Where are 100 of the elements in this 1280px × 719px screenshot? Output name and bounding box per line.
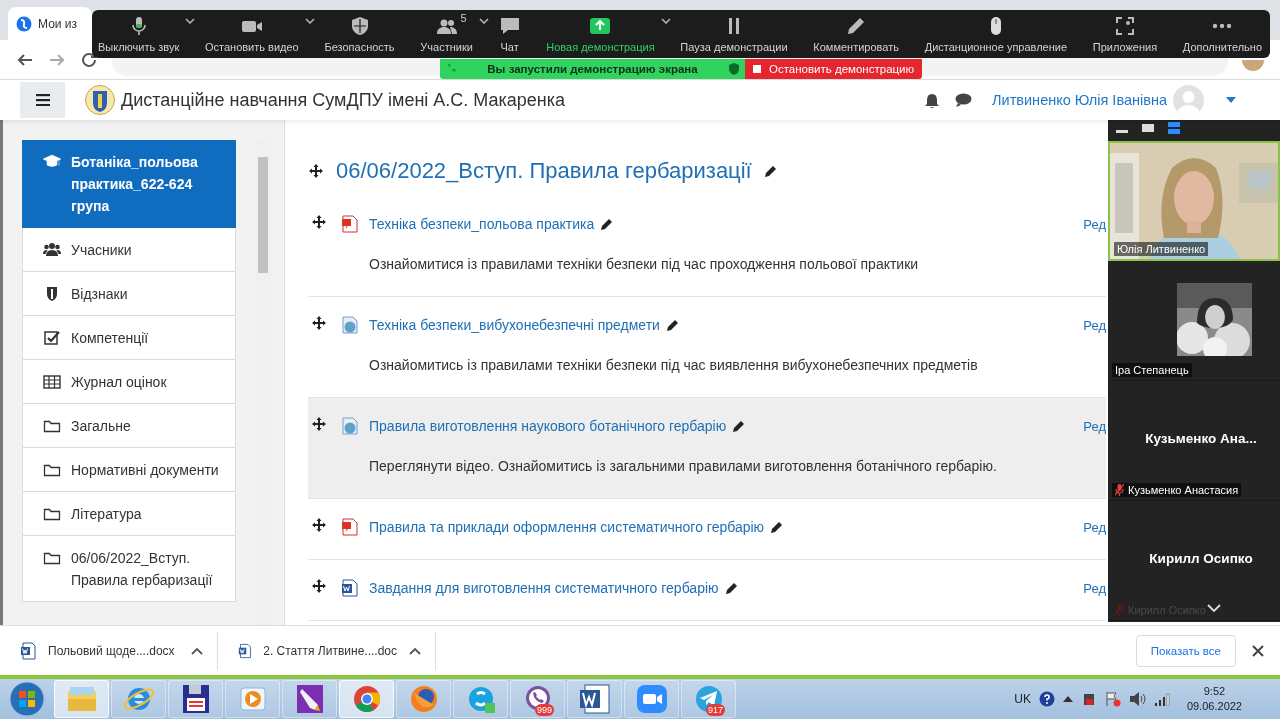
participant-name: Кирилл Осипко <box>1148 551 1254 566</box>
chat-icon[interactable] <box>955 93 973 107</box>
clock-time[interactable]: 9:52 <box>1186 684 1242 699</box>
move-icon[interactable] <box>311 578 327 594</box>
taskbar-button[interactable] <box>567 680 622 718</box>
chevron-icon[interactable] <box>302 16 317 26</box>
edit-link[interactable]: Ред <box>1083 216 1106 232</box>
more-icon <box>1212 23 1233 29</box>
nav-item[interactable]: Загальне <box>22 404 236 448</box>
toolbar-button[interactable]: Новая демонстрация <box>544 10 657 58</box>
move-icon[interactable] <box>311 416 327 432</box>
toolbar-button[interactable]: Участники 5 <box>418 10 475 58</box>
toolbar-button[interactable]: Приложения <box>1090 10 1160 58</box>
pencil-icon[interactable] <box>770 520 784 534</box>
pencil-icon[interactable] <box>763 164 777 178</box>
taskbar-button[interactable] <box>168 680 223 718</box>
download-item[interactable]: Польовий щоде....docx <box>0 631 218 670</box>
toolbar-button[interactable]: Безопасность <box>322 10 397 58</box>
pencil-icon[interactable] <box>732 419 746 433</box>
chevron-icon[interactable] <box>476 16 491 26</box>
chevron-icon[interactable] <box>1207 604 1221 612</box>
move-icon[interactable] <box>311 214 327 230</box>
chevron-up-icon[interactable] <box>409 646 421 655</box>
taskbar-button[interactable] <box>396 680 451 718</box>
share-screen-icon <box>589 15 612 37</box>
section-title: 06/06/2022_Вступ. Правила гербаризації <box>336 158 752 184</box>
nav-item[interactable]: Ботаніка_польова практика_622-624 група <box>22 140 236 228</box>
speaker-icon[interactable] <box>1128 691 1147 707</box>
toolbar-button[interactable]: Остановить видео <box>202 10 301 58</box>
nav-item[interactable]: Журнал оцінок <box>22 360 236 404</box>
activity-description: Ознайомитися із правилами техніки безпеки під час проходження польової практики <box>369 255 920 274</box>
chevron-icon[interactable] <box>183 16 198 26</box>
download-item[interactable]: 2. Стаття Литвине....doc <box>218 631 436 670</box>
taskbar-button[interactable]: 917 <box>681 680 736 718</box>
signal-icon[interactable] <box>1154 692 1171 706</box>
help-icon[interactable] <box>1038 691 1055 707</box>
nav-item[interactable]: Література <box>22 492 236 536</box>
close-button[interactable] <box>1250 642 1266 659</box>
chat-icon <box>498 15 521 37</box>
crest-logo <box>85 84 115 116</box>
nav-item[interactable]: Відзнаки <box>22 272 236 316</box>
activity-link[interactable]: Завдання для виготовлення систематичного гербарію <box>369 580 719 596</box>
apps-icon <box>1113 15 1136 37</box>
nav-item[interactable]: 06/06/2022_Вступ. Правила гербаризації <box>22 536 236 602</box>
activity-description: Ознайомитись із правилами техніки безпеки під час виявлення вибухонебезпечних предметів <box>369 356 979 375</box>
move-icon[interactable] <box>308 163 324 179</box>
language-indicator[interactable]: UK <box>1014 692 1031 706</box>
web-link-icon <box>341 316 359 334</box>
toolbar-button[interactable]: Комментировать <box>811 10 901 58</box>
edit-link[interactable]: Ред <box>1083 418 1106 434</box>
site-title[interactable]: Дистанційне навчання СумДПУ імені А.С. Макаренка <box>121 89 566 111</box>
phone-icon <box>446 63 456 75</box>
clock-date[interactable]: 09.06.2022 <box>1186 699 1242 714</box>
edit-link[interactable]: Ред <box>1083 317 1106 333</box>
bell-icon[interactable] <box>925 92 940 108</box>
gallery-view-icon[interactable] <box>1168 122 1180 134</box>
nav-item[interactable]: Нормативні документи <box>22 448 236 492</box>
menu-button[interactable] <box>20 82 65 118</box>
toolbar-button[interactable]: Пауза демонстрации <box>678 10 790 58</box>
activity-link[interactable]: Правила виготовлення наукового ботанічного гербарію <box>369 418 727 434</box>
activity-link[interactable]: Техніка безпеки_польова практика <box>369 216 595 232</box>
notification-badge: 999 <box>534 704 554 716</box>
activity-link[interactable]: Техніка безпеки_вибухонебезпечні предмети <box>369 317 660 333</box>
show-all-button[interactable]: Показать все <box>1135 634 1236 667</box>
stop-sharing-button[interactable]: Остановить демонстрацию <box>745 59 923 79</box>
participant-label: Іра Степанець <box>1112 363 1192 377</box>
users-icon <box>43 240 61 258</box>
start-button[interactable] <box>8 680 48 718</box>
nav-item[interactable]: Учасники <box>22 228 236 272</box>
pencil-icon[interactable] <box>600 217 614 231</box>
toolbar-button[interactable]: Дополнительно <box>1180 10 1264 58</box>
reload-icon[interactable] <box>80 50 98 69</box>
edit-link[interactable]: Ред <box>1083 519 1106 535</box>
user-name[interactable]: Литвиненко Юлія Іванівна <box>992 92 1167 108</box>
browser-tab[interactable]: Мои из <box>8 7 92 40</box>
chevron-icon[interactable] <box>658 16 673 26</box>
toolbar-button[interactable]: Чат <box>496 10 523 58</box>
toolbar-button[interactable]: Выключить звук <box>96 10 182 58</box>
activity-link[interactable]: Правила та приклади оформлення систематичного гербарію <box>369 519 765 535</box>
move-icon[interactable] <box>311 315 327 331</box>
edit-link[interactable]: Ред <box>1083 580 1106 596</box>
pencil-icon[interactable] <box>665 318 679 332</box>
taskbar-button[interactable]: 999 <box>510 680 565 718</box>
caret-icon[interactable] <box>1226 97 1236 103</box>
nav-item[interactable]: Компетенції <box>22 316 236 360</box>
move-icon[interactable] <box>311 517 327 533</box>
taskbar-button[interactable] <box>282 680 337 718</box>
table-icon <box>43 372 61 390</box>
up-arrow-icon[interactable] <box>1062 696 1073 702</box>
muted-microphone-icon <box>1115 604 1124 616</box>
flag-icon[interactable] <box>1104 691 1121 707</box>
shield-icon <box>729 63 739 75</box>
participant-label: Кузьменко Анастасия <box>1112 483 1242 497</box>
pencil-icon[interactable] <box>724 581 738 595</box>
participant-count: 5 <box>460 12 467 24</box>
graduation-cap-icon <box>43 153 61 170</box>
single-view-icon[interactable] <box>1142 122 1154 134</box>
globe-icon <box>16 15 32 32</box>
chevron-up-icon[interactable] <box>191 646 203 655</box>
toolbar-button[interactable]: Дистанционное управление <box>922 10 1070 58</box>
